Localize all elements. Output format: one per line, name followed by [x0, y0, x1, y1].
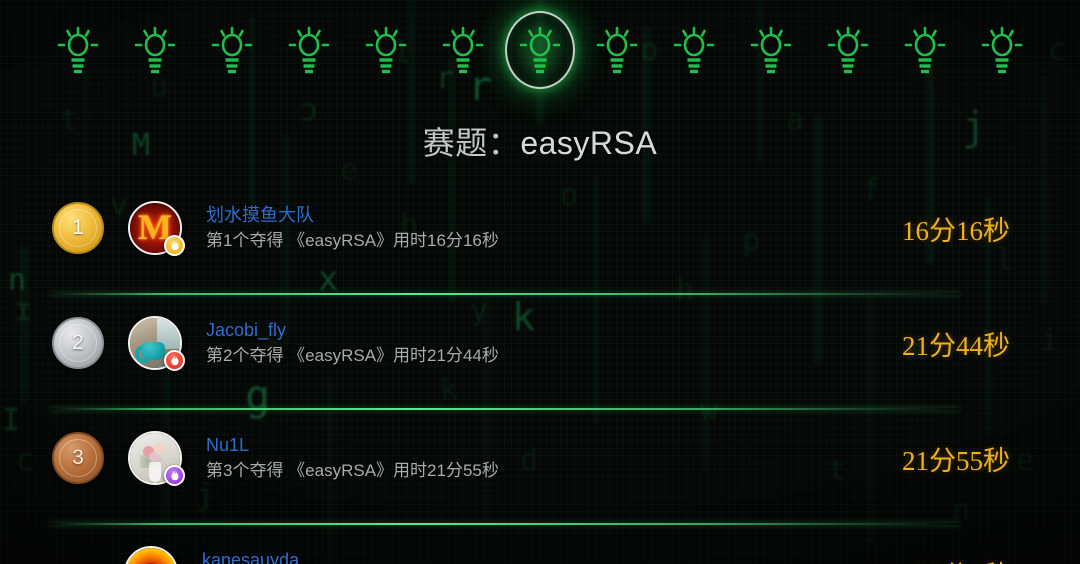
lightbulb-icon: [750, 26, 792, 74]
avatar-flame-badge: [164, 465, 185, 486]
solve-description: 第3个夺得 《easyRSA》用时21分55秒: [206, 460, 499, 480]
lightbulb-icon: [519, 26, 561, 74]
challenge-bulb-1[interactable]: [40, 5, 117, 95]
row-text-block: Nu1L 第3个夺得 《easyRSA》用时21分55秒: [206, 435, 902, 480]
solve-description: 第2个夺得 《easyRSA》用时21分44秒: [206, 345, 499, 365]
challenge-bulb-strip[interactable]: [0, 0, 1080, 100]
lightbulb-icon: [288, 26, 330, 74]
team-name-link[interactable]: 划水摸鱼大队: [206, 205, 902, 226]
avatar-flame-badge: [164, 350, 185, 371]
flame-icon: [170, 469, 179, 480]
challenge-bulb-3[interactable]: [194, 5, 271, 95]
challenge-bulb-12[interactable]: [887, 5, 964, 95]
page-title-label: 赛题：: [422, 125, 521, 161]
avatar-flame-badge: [164, 235, 185, 256]
leaderboard-row-content: 3 Nu1L 第3个夺得 《easyRSA》用时21分55秒 21分55秒: [0, 410, 1080, 506]
lightbulb-icon: [365, 26, 407, 74]
rank-medal: 1: [52, 202, 104, 254]
row-text-block: kanesauyda第4个夺得 《easyRSA》用时25分6秒: [202, 550, 916, 564]
leaderboard-row-content: 1 M 划水摸鱼大队 第1个夺得 《easyRSA》用时16分16秒 16分16秒: [0, 180, 1080, 276]
solve-time: 16分16秒: [902, 215, 1010, 246]
team-name-link[interactable]: Jacobi_fly: [206, 320, 902, 341]
avatar[interactable]: [128, 316, 185, 371]
lightbulb-icon: [211, 26, 253, 74]
challenge-bulb-10[interactable]: [733, 5, 810, 95]
leaderboard-row-content: 2 Jacobi_fly 第2个夺得 《easyRSA》用时21分44秒 21分44秒: [0, 295, 1080, 391]
rank-medal: 4: [52, 549, 100, 564]
team-name-link[interactable]: kanesauyda: [202, 550, 916, 564]
rank-medal: 2: [52, 317, 104, 369]
flame-icon: [170, 239, 179, 250]
leaderboard-row-content: 4 kanesauyda第4个夺得 《easyRSA》用时25分6秒25分6秒: [0, 525, 1080, 564]
challenge-bulb-13[interactable]: [964, 5, 1041, 95]
lightbulb-icon: [981, 26, 1023, 74]
lightbulb-icon: [134, 26, 176, 74]
avatar[interactable]: [124, 546, 178, 564]
team-name-link[interactable]: Nu1L: [206, 435, 902, 456]
lightbulb-icon: [442, 26, 484, 74]
avatar-art-fire-ring: [126, 548, 176, 564]
lightbulb-icon: [57, 26, 99, 74]
challenge-bulb-11[interactable]: [810, 5, 887, 95]
challenge-bulb-9[interactable]: [656, 5, 733, 95]
lightbulb-icon: [904, 26, 946, 74]
challenge-bulb-2[interactable]: [117, 5, 194, 95]
solve-time: 25分6秒: [916, 554, 1011, 564]
avatar[interactable]: M: [128, 201, 185, 256]
challenge-bulb-7[interactable]: [502, 5, 579, 95]
leaderboard-row[interactable]: 2 Jacobi_fly 第2个夺得 《easyRSA》用时21分44秒 21分44秒: [0, 295, 1080, 410]
lightbulb-icon: [596, 26, 638, 74]
challenge-bulb-6[interactable]: [425, 5, 502, 95]
flame-icon: [170, 354, 179, 365]
leaderboard-list: 1 M 划水摸鱼大队 第1个夺得 《easyRSA》用时16分16秒 16分16秒 2 Ja…: [0, 180, 1080, 564]
leaderboard-screen: n ɪ I c t v u M q j g s ɔ x e 1 b r r k …: [0, 0, 1080, 564]
avatar-shape-b3: [149, 452, 159, 462]
leaderboard-row[interactable]: 1 M 划水摸鱼大队 第1个夺得 《easyRSA》用时16分16秒 16分16秒: [0, 180, 1080, 295]
avatar-shape-vase: [149, 462, 161, 482]
leaderboard-row[interactable]: 4 kanesauyda第4个夺得 《easyRSA》用时25分6秒25分6秒: [0, 525, 1080, 564]
solve-description: 第1个夺得 《easyRSA》用时16分16秒: [206, 230, 499, 250]
leaderboard-row[interactable]: 3 Nu1L 第3个夺得 《easyRSA》用时21分55秒 21分55秒: [0, 410, 1080, 525]
rank-medal: 3: [52, 432, 104, 484]
avatar[interactable]: [128, 431, 185, 486]
avatar-image: [124, 546, 178, 564]
lightbulb-icon: [673, 26, 715, 74]
avatar-shape-cup-body: [141, 342, 165, 360]
row-text-block: 划水摸鱼大队 第1个夺得 《easyRSA》用时16分16秒: [206, 205, 902, 250]
solve-time: 21分55秒: [902, 445, 1010, 476]
challenge-bulb-8[interactable]: [579, 5, 656, 95]
challenge-bulb-5[interactable]: [348, 5, 425, 95]
challenge-bulb-4[interactable]: [271, 5, 348, 95]
solve-time: 21分44秒: [902, 330, 1010, 361]
page-title-value: easyRSA: [520, 125, 658, 161]
row-text-block: Jacobi_fly 第2个夺得 《easyRSA》用时21分44秒: [206, 320, 902, 365]
page-title: 赛题：easyRSA: [0, 118, 1080, 164]
lightbulb-icon: [827, 26, 869, 74]
